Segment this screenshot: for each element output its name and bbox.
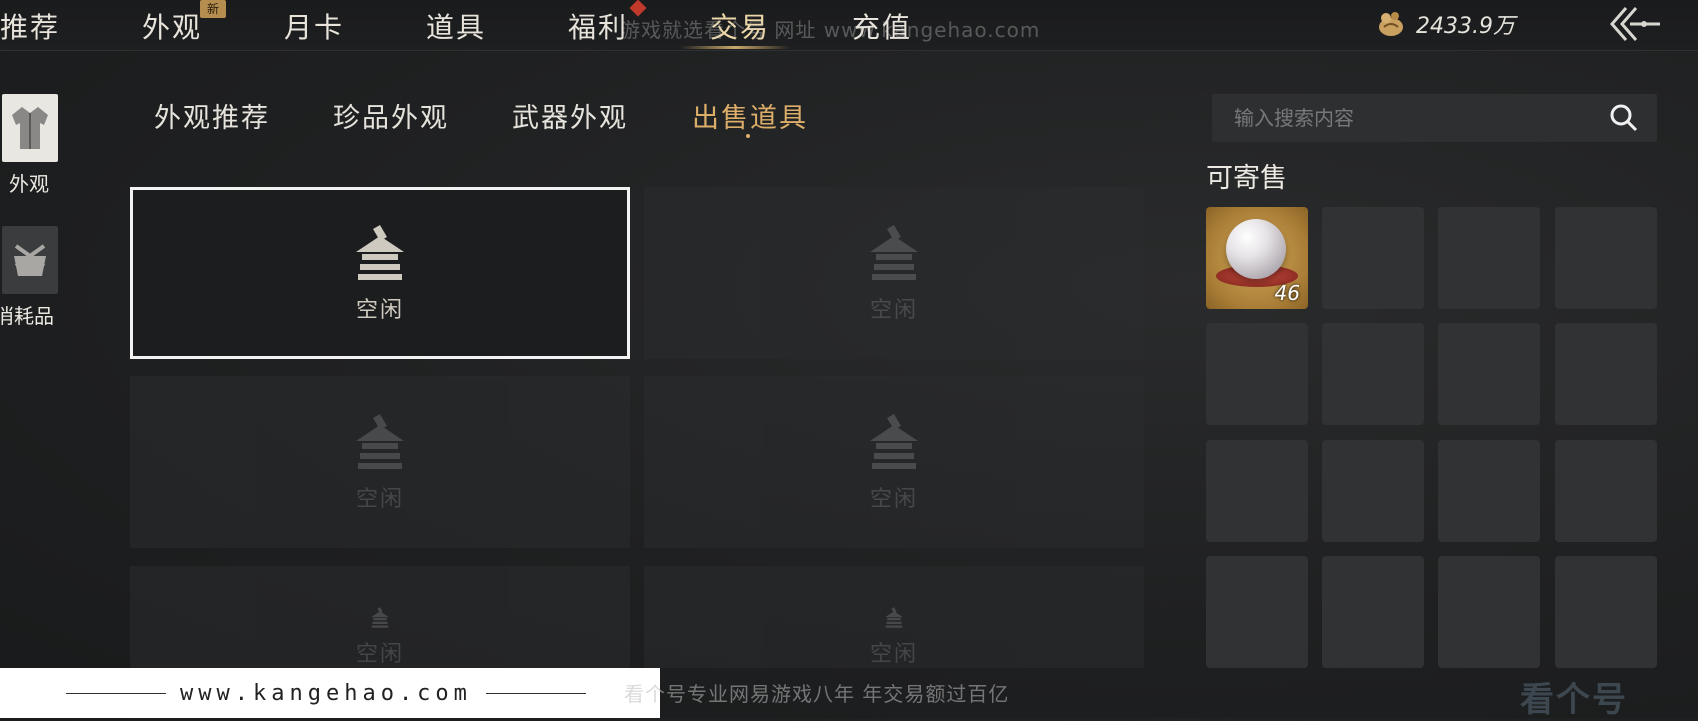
inventory-cell-empty[interactable] xyxy=(1438,323,1540,425)
currency-value: 2433.9万 xyxy=(1416,14,1515,39)
search-box xyxy=(1212,94,1657,142)
nav-tab-monthly-card[interactable]: 月卡 xyxy=(284,6,344,46)
nav-tab-appearance[interactable]: 外观 xyxy=(142,6,202,46)
sidebar-item-label: 外观 xyxy=(9,172,49,196)
active-subtab-indicator xyxy=(746,134,750,138)
slot-status: 空闲 xyxy=(869,642,918,667)
nav-tab-recharge[interactable]: 充值 xyxy=(852,6,912,46)
inventory-cell-empty[interactable] xyxy=(1322,440,1424,542)
inventory-cell-empty[interactable] xyxy=(1206,440,1308,542)
inventory-cell-empty[interactable] xyxy=(1206,323,1308,425)
pearl-icon xyxy=(1226,219,1286,279)
sidebar-item-label: 消耗品 xyxy=(0,304,54,328)
pavilion-icon xyxy=(356,224,404,280)
watermark-slogan: 看个号专业网易游戏八年 年交易额过百亿 xyxy=(624,682,1010,706)
watermark-url: www.kangehao.com xyxy=(180,680,472,706)
pavilion-icon xyxy=(885,607,903,628)
watermark-url-banner: www.kangehao.com xyxy=(0,668,660,718)
inventory-cell-empty[interactable] xyxy=(1322,556,1424,668)
sale-slot[interactable]: 空闲 xyxy=(644,187,1144,359)
slot-status: 空闲 xyxy=(869,487,918,512)
robe-icon xyxy=(2,94,58,162)
pavilion-icon xyxy=(870,224,918,280)
sidebar-item-appearance[interactable]: 外观 xyxy=(0,94,58,197)
subtab-weapon-appearance[interactable]: 武器外观 xyxy=(512,96,628,135)
nav-tab-welfare[interactable]: 福利 xyxy=(568,6,628,46)
sale-slot[interactable]: 空闲 xyxy=(130,566,630,668)
inventory-cell-empty[interactable] xyxy=(1438,440,1540,542)
back-arrow-icon[interactable] xyxy=(1604,4,1664,44)
subtab-rare-appearance[interactable]: 珍品外观 xyxy=(333,96,449,135)
sale-slot[interactable]: 空闲 xyxy=(644,376,1144,548)
sale-slot[interactable]: 空闲 xyxy=(130,376,630,548)
inventory-cell-empty[interactable] xyxy=(1322,323,1424,425)
inventory-cell-empty[interactable] xyxy=(1555,440,1657,542)
nav-tab-trade[interactable]: 交易 xyxy=(710,6,770,46)
slot-status: 空闲 xyxy=(355,298,404,323)
nav-tab-items[interactable]: 道具 xyxy=(426,6,486,46)
subtab-recommended-appearance[interactable]: 外观推荐 xyxy=(154,96,270,135)
inventory-cell-empty[interactable] xyxy=(1555,323,1657,425)
pavilion-icon xyxy=(870,413,918,469)
diamond-marker-icon xyxy=(629,0,647,17)
watermark-top: 游戏就选看个号 网址 www.kangehao.com xyxy=(620,18,1041,42)
inventory-cell-empty[interactable] xyxy=(1555,556,1657,668)
bundle-icon xyxy=(2,226,58,294)
inventory-item[interactable]: 46 xyxy=(1206,207,1308,309)
pavilion-icon xyxy=(371,607,389,628)
sale-slot[interactable]: 空闲 xyxy=(130,187,630,359)
pavilion-icon xyxy=(356,413,404,469)
new-badge: 新 xyxy=(200,0,226,18)
search-input[interactable] xyxy=(1212,105,1609,131)
inventory-cell-empty[interactable] xyxy=(1438,556,1540,668)
sale-slot[interactable]: 空闲 xyxy=(644,566,1144,668)
nav-tab-recommend[interactable]: 推荐 xyxy=(0,6,60,46)
top-nav-bar: 推荐 外观 新 月卡 道具 福利 交易 充值 游戏就选看个号 网址 www.ka… xyxy=(0,0,1698,51)
inventory-cell-empty[interactable] xyxy=(1555,207,1657,309)
divider xyxy=(485,692,586,694)
slot-status: 空闲 xyxy=(355,642,404,667)
coin-pouch-icon xyxy=(1379,12,1403,36)
search-icon[interactable] xyxy=(1609,103,1639,133)
item-quantity: 46 xyxy=(1274,281,1300,305)
sidebar-item-consumables[interactable]: 消耗品 xyxy=(0,226,58,329)
watermark-logo: 看个号 xyxy=(1520,680,1628,720)
subtab-sell-items[interactable]: 出售道具 xyxy=(692,96,808,135)
currency-display: 2433.9万 xyxy=(1376,8,1515,40)
inventory-cell-empty[interactable] xyxy=(1438,207,1540,309)
inventory-cell-empty[interactable] xyxy=(1206,556,1308,668)
bottom-watermark-bar: www.kangehao.com 看个号专业网易游戏八年 年交易额过百亿 看个号 xyxy=(0,668,1698,720)
divider xyxy=(66,692,166,694)
slot-status: 空闲 xyxy=(869,298,918,323)
inventory-cell-empty[interactable] xyxy=(1322,207,1424,309)
slot-status: 空闲 xyxy=(355,487,404,512)
sellable-title: 可寄售 xyxy=(1206,163,1287,194)
active-tab-underline xyxy=(680,46,790,49)
